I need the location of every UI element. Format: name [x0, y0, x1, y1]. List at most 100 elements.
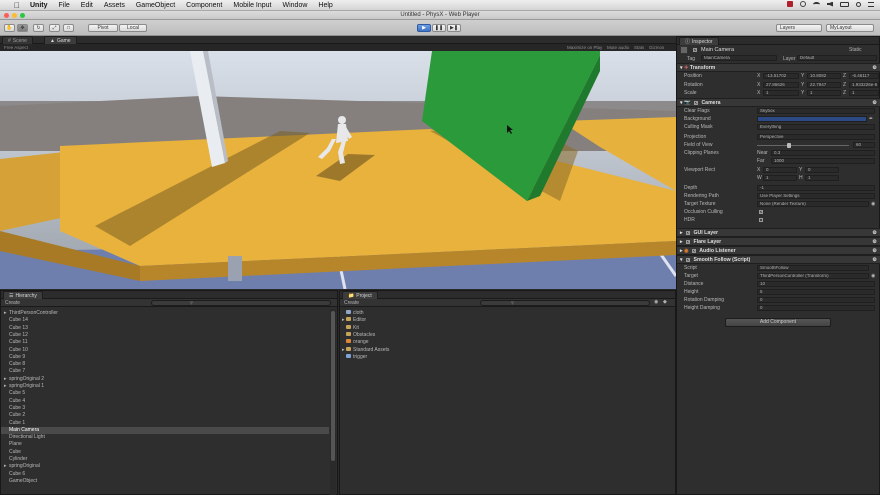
- viewport-y-field[interactable]: 0: [805, 167, 839, 174]
- fov-slider-handle[interactable]: [787, 143, 791, 148]
- audio-listener-checkbox[interactable]: ✓: [692, 248, 697, 253]
- apple-icon[interactable]: : [14, 1, 20, 10]
- object-name[interactable]: Main Camera: [701, 47, 734, 53]
- rotate-tool-button[interactable]: ↻: [33, 24, 44, 32]
- hierarchy-item[interactable]: Cube 12: [1, 332, 329, 339]
- project-create-button[interactable]: Create: [344, 300, 359, 306]
- smooth-follow-header[interactable]: ▾ ✓ Smooth Follow (Script) ⚙: [677, 255, 880, 264]
- close-window-icon[interactable]: [4, 13, 9, 18]
- menu-assets[interactable]: Assets: [104, 2, 125, 9]
- menu-app-name[interactable]: Unity: [30, 2, 48, 9]
- project-item[interactable]: trigger: [340, 353, 670, 361]
- sync-icon[interactable]: [800, 1, 806, 7]
- move-tool-button[interactable]: ✥: [17, 24, 28, 32]
- fov-field[interactable]: 60: [853, 142, 875, 149]
- stats-toggle[interactable]: Stats: [634, 44, 644, 51]
- hierarchy-item[interactable]: ▸ springOriginal 1: [1, 383, 329, 390]
- pause-button[interactable]: ❚❚: [432, 24, 446, 32]
- tab-scene[interactable]: # Scene: [2, 36, 33, 44]
- projection-dropdown[interactable]: Perspective: [757, 134, 875, 141]
- depth-field[interactable]: -1: [757, 185, 875, 192]
- hierarchy-item[interactable]: Cube 8: [1, 361, 329, 368]
- pivot-toggle[interactable]: Pivot: [88, 24, 118, 32]
- mute-audio-toggle[interactable]: Mute audio: [607, 44, 629, 51]
- flare-layer-checkbox[interactable]: ✓: [686, 239, 691, 244]
- tab-project[interactable]: 📁 Project: [342, 291, 378, 299]
- clear-flags-dropdown[interactable]: Skybox: [757, 108, 875, 115]
- menu-help[interactable]: Help: [318, 2, 332, 9]
- menu-file[interactable]: File: [59, 2, 70, 9]
- near-field[interactable]: 0.3: [771, 150, 875, 157]
- zoom-window-icon[interactable]: [20, 13, 25, 18]
- project-item[interactable]: orange: [340, 339, 670, 346]
- hand-tool-button[interactable]: ✋: [4, 24, 15, 32]
- search-icon[interactable]: [856, 1, 861, 7]
- position-y-field[interactable]: 10.8082: [807, 73, 841, 80]
- project-item[interactable]: Kit: [340, 324, 670, 332]
- local-toggle[interactable]: Local: [119, 24, 147, 32]
- transform-header[interactable]: ▾ ✛ Transform ⚙: [677, 63, 880, 72]
- rotation-y-field[interactable]: 22.7947: [807, 81, 841, 88]
- rect-tool-button[interactable]: □: [63, 24, 74, 32]
- rotation-z-field[interactable]: 1.933226e-6: [849, 81, 879, 88]
- tab-game[interactable]: ▲ Game: [44, 36, 77, 44]
- wifi-icon[interactable]: [813, 1, 820, 7]
- target-texture-field[interactable]: None (Render Texture): [757, 201, 869, 208]
- menu-window[interactable]: Window: [283, 2, 308, 9]
- hdr-checkbox[interactable]: [759, 218, 763, 222]
- filter-label-icon[interactable]: ◆: [663, 299, 667, 305]
- audio-listener-header[interactable]: ▸ ◉ ✓ Audio Listener ⚙: [677, 246, 880, 255]
- hierarchy-item[interactable]: Cube 5: [1, 390, 329, 397]
- menu-gameobject[interactable]: GameObject: [136, 2, 175, 9]
- menu-mobile-input[interactable]: Mobile Input: [233, 2, 271, 9]
- aspect-dropdown[interactable]: Free Aspect: [4, 44, 28, 51]
- position-z-field[interactable]: -6.46117: [849, 73, 879, 80]
- hierarchy-item[interactable]: Cylinder: [1, 456, 329, 463]
- play-button[interactable]: ▶: [417, 24, 431, 32]
- hierarchy-scrollbar[interactable]: [330, 309, 336, 495]
- rendering-path-dropdown[interactable]: Use Player Settings: [757, 193, 875, 200]
- project-item[interactable]: ▸ Editor: [340, 317, 670, 324]
- tag-dropdown[interactable]: MainCamera: [701, 55, 777, 61]
- camera-enabled-checkbox[interactable]: ✓: [693, 100, 698, 105]
- menu-list-icon[interactable]: [868, 1, 874, 7]
- hierarchy-item[interactable]: Cube 1: [1, 420, 329, 427]
- hierarchy-item[interactable]: Cube 3: [1, 405, 329, 412]
- hierarchy-search-input[interactable]: ⚲: [151, 300, 331, 306]
- hierarchy-item[interactable]: ▸ springOriginal 2: [1, 376, 329, 383]
- hierarchy-item[interactable]: ▸ springOriginal: [1, 463, 329, 470]
- distance-field[interactable]: 10: [757, 281, 875, 288]
- hierarchy-item[interactable]: Cube 13: [1, 325, 329, 332]
- project-item[interactable]: ▸ Standard Assets: [340, 346, 670, 354]
- viewport-x-field[interactable]: 0: [763, 167, 797, 174]
- menu-component[interactable]: Component: [186, 2, 222, 9]
- gui-layer-checkbox[interactable]: ✓: [686, 230, 691, 235]
- project-item[interactable]: cloth: [340, 310, 670, 317]
- scale-z-field[interactable]: 1: [849, 90, 879, 97]
- hierarchy-item[interactable]: Plane: [1, 441, 329, 448]
- hierarchy-item[interactable]: GameObject: [1, 478, 329, 485]
- minimize-window-icon[interactable]: [12, 13, 17, 18]
- add-component-button[interactable]: Add Component: [725, 318, 831, 327]
- viewport-w-field[interactable]: 1: [763, 175, 797, 182]
- flare-layer-header[interactable]: ▸ ✓ Flare Layer ⚙: [677, 237, 880, 246]
- object-active-checkbox[interactable]: ✓: [693, 48, 697, 52]
- hierarchy-item[interactable]: Cube 7: [1, 368, 329, 375]
- step-button[interactable]: ▶❚: [447, 24, 461, 32]
- tab-inspector[interactable]: ⓘ Inspector: [679, 37, 719, 45]
- hierarchy-scroll-thumb[interactable]: [331, 311, 335, 461]
- far-field[interactable]: 1000: [771, 158, 875, 165]
- layer-dropdown[interactable]: Default: [797, 55, 877, 61]
- culling-mask-dropdown[interactable]: Everything: [757, 124, 875, 131]
- position-x-field[interactable]: -13.51702: [763, 73, 799, 80]
- hierarchy-create-button[interactable]: Create: [5, 300, 20, 306]
- scale-x-field[interactable]: 1: [763, 90, 799, 97]
- layout-dropdown[interactable]: MyLayout: [826, 24, 874, 32]
- hierarchy-item[interactable]: Cube 9: [1, 354, 329, 361]
- hierarchy-item[interactable]: Cube 4: [1, 398, 329, 405]
- hierarchy-item[interactable]: Cube 6: [1, 471, 329, 478]
- gui-layer-header[interactable]: ▸ ✓ GUI Layer ⚙: [677, 228, 880, 237]
- hierarchy-item[interactable]: Directional Light: [1, 434, 329, 441]
- rotation-x-field[interactable]: 27.86626: [763, 81, 799, 88]
- project-item[interactable]: Obstacles: [340, 331, 670, 339]
